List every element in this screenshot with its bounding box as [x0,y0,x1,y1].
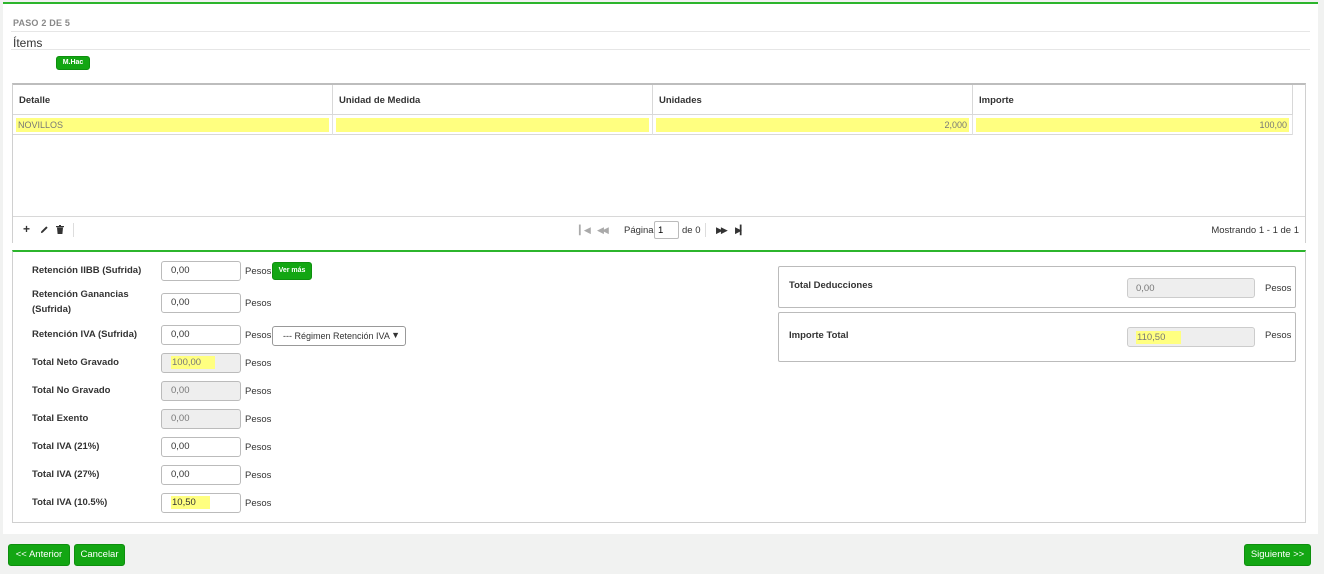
previous-button[interactable]: << Anterior [8,544,70,566]
currency-label: Pesos [245,498,272,509]
total-iva-27-input[interactable]: 0,00 [161,465,241,485]
showing-records: Mostrando 1 - 1 de 1 [1211,225,1299,236]
field-label-no-gravado: Total No Gravado [32,385,111,396]
retencion-iva-input[interactable]: 0,00 [161,325,241,345]
regimen-retencion-value: --- Régimen Retención IVA [283,331,390,341]
page-number-input[interactable] [654,221,679,239]
importe-total-value: 110,50 [1136,331,1182,344]
total-deducciones-box: Total Deducciones 0,00 Pesos [778,266,1296,308]
currency-label: Pesos [245,330,272,341]
divider [11,49,1310,50]
trash-icon[interactable] [56,225,64,237]
cell-importe[interactable]: 100,00 [973,115,1293,135]
field-label-neto-gravado: Total Neto Gravado [32,357,119,368]
total-deducciones-field: 0,00 [1127,278,1255,298]
ver-mas-button[interactable]: Ver más [272,262,312,280]
divider [11,31,1310,32]
page-of-label: de 0 [682,225,701,236]
items-grid: Detalle Unidad de Medida Unidades Import… [12,83,1306,243]
field-label-retencion-iva: Retención IVA (Sufrida) [32,329,138,340]
field-label-iva-27: Total IVA (27%) [32,469,100,480]
table-row[interactable]: NOVILLOS 2,000 100,00 [13,115,1293,135]
column-header-detalle[interactable]: Detalle [13,85,333,115]
total-no-gravado-field: 0,00 [161,381,241,401]
cell-unidades[interactable]: 2,000 [653,115,973,135]
currency-label: Pesos [245,386,272,397]
section-title: Ítems [13,36,43,50]
total-deducciones-label: Total Deducciones [789,280,873,291]
column-header-unidad-medida[interactable]: Unidad de Medida [333,85,653,115]
currency-label: Pesos [245,442,272,453]
importe-total-field: 110,50 [1127,327,1255,347]
total-neto-gravado-value: 100,00 [171,356,216,369]
retencion-iibb-input[interactable]: 0,00 [161,261,241,281]
cell-unidad-text [336,118,649,132]
pencil-icon[interactable] [40,225,49,237]
mhac-button[interactable]: M.Hac [56,56,90,70]
divider [705,223,706,237]
cell-detalle-text: NOVILLOS [16,118,329,132]
field-label-retencion-iibb: Retención IIBB (Sufrida) [32,265,142,276]
column-header-unidades[interactable]: Unidades [653,85,973,115]
grid-header: Detalle Unidad de Medida Unidades Import… [13,85,1293,115]
total-iva-10-5-input[interactable]: 10,50 [161,493,241,513]
regimen-retencion-select[interactable]: --- Régimen Retención IVA ▼ [272,326,406,346]
step-panel: PASO 2 DE 5 Ítems M.Hac Detalle Unidad d… [3,2,1318,534]
currency-label: Pesos [1265,330,1292,341]
total-iva-10-5-value: 10,50 [171,496,210,509]
next-button[interactable]: Siguiente >> [1244,544,1311,566]
field-label-exento: Total Exento [32,413,89,424]
currency-label: Pesos [245,358,272,369]
step-label: PASO 2 DE 5 [13,18,71,28]
cell-importe-text: 100,00 [976,118,1289,132]
column-header-importe[interactable]: Importe [973,85,1293,115]
grid-pager: + ▎◀ ◀◀ Página de 0 ▶▶ ▶▎ Mostrando 1 - … [13,216,1305,243]
totals-form: Retención IIBB (Sufrida) 0,00 Pesos Ver … [12,250,1306,523]
total-exento-field: 0,00 [161,409,241,429]
currency-label: Pesos [245,266,272,277]
cell-unidades-text: 2,000 [656,118,969,132]
retencion-ganancias-input[interactable]: 0,00 [161,293,241,313]
next-page-icon[interactable]: ▶▶ [716,225,728,236]
last-page-icon[interactable]: ▶▎ [735,225,747,236]
divider [73,223,74,237]
field-label-iva-10-5: Total IVA (10.5%) [32,497,108,508]
currency-label: Pesos [1265,283,1292,294]
currency-label: Pesos [245,470,272,481]
currency-label: Pesos [245,414,272,425]
field-label-retencion-ganancias: Retención Ganancias (Sufrida) [32,289,129,315]
page-label: Página [624,225,654,236]
cancel-button[interactable]: Cancelar [74,544,125,566]
first-page-icon[interactable]: ▎◀ [579,225,591,236]
currency-label: Pesos [245,298,272,309]
prev-page-icon[interactable]: ◀◀ [597,225,609,236]
importe-total-box: Importe Total 110,50 Pesos [778,312,1296,362]
plus-icon[interactable]: + [23,222,30,236]
cell-detalle[interactable]: NOVILLOS [13,115,333,135]
total-neto-gravado-field: 100,00 [161,353,241,373]
total-iva-21-input[interactable]: 0,00 [161,437,241,457]
cell-unidad[interactable] [333,115,653,135]
importe-total-label: Importe Total [789,330,849,341]
field-label-iva-21: Total IVA (21%) [32,441,100,452]
chevron-down-icon: ▼ [391,330,400,340]
